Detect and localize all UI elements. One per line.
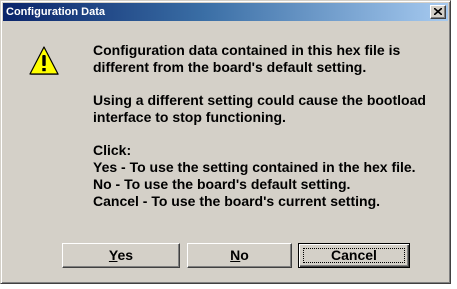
warning-icon	[28, 45, 60, 77]
yes-mnemonic: Y	[108, 247, 118, 263]
window-title: Configuration Data	[6, 6, 105, 18]
message-paragraph-1: Configuration data contained in this hex…	[93, 42, 401, 75]
option-yes-text: Yes - To use the setting contained in th…	[93, 159, 416, 175]
no-button[interactable]: No	[187, 243, 292, 268]
yes-button[interactable]: Yes	[62, 243, 180, 268]
message-text: Configuration data contained in this hex…	[93, 42, 448, 210]
no-label-rest: o	[240, 247, 249, 263]
no-mnemonic: N	[230, 247, 241, 263]
option-no-text: No - To use the board's default setting.	[93, 176, 351, 192]
close-icon	[434, 8, 442, 15]
title-bar[interactable]: Configuration Data	[3, 3, 448, 21]
close-button[interactable]	[430, 5, 446, 19]
cancel-button-label: Cancel	[331, 247, 377, 263]
click-label: Click:	[93, 142, 132, 158]
message-paragraph-2: Using a different setting could cause th…	[93, 92, 426, 125]
cancel-button[interactable]: Cancel	[298, 243, 410, 268]
configuration-dialog: Configuration Data Configuration data co…	[0, 0, 451, 284]
no-button-label: No	[230, 247, 249, 263]
option-cancel-text: Cancel - To use the board's current sett…	[93, 193, 381, 209]
yes-button-label: Yes	[109, 247, 133, 263]
yes-label-rest: es	[117, 247, 134, 263]
